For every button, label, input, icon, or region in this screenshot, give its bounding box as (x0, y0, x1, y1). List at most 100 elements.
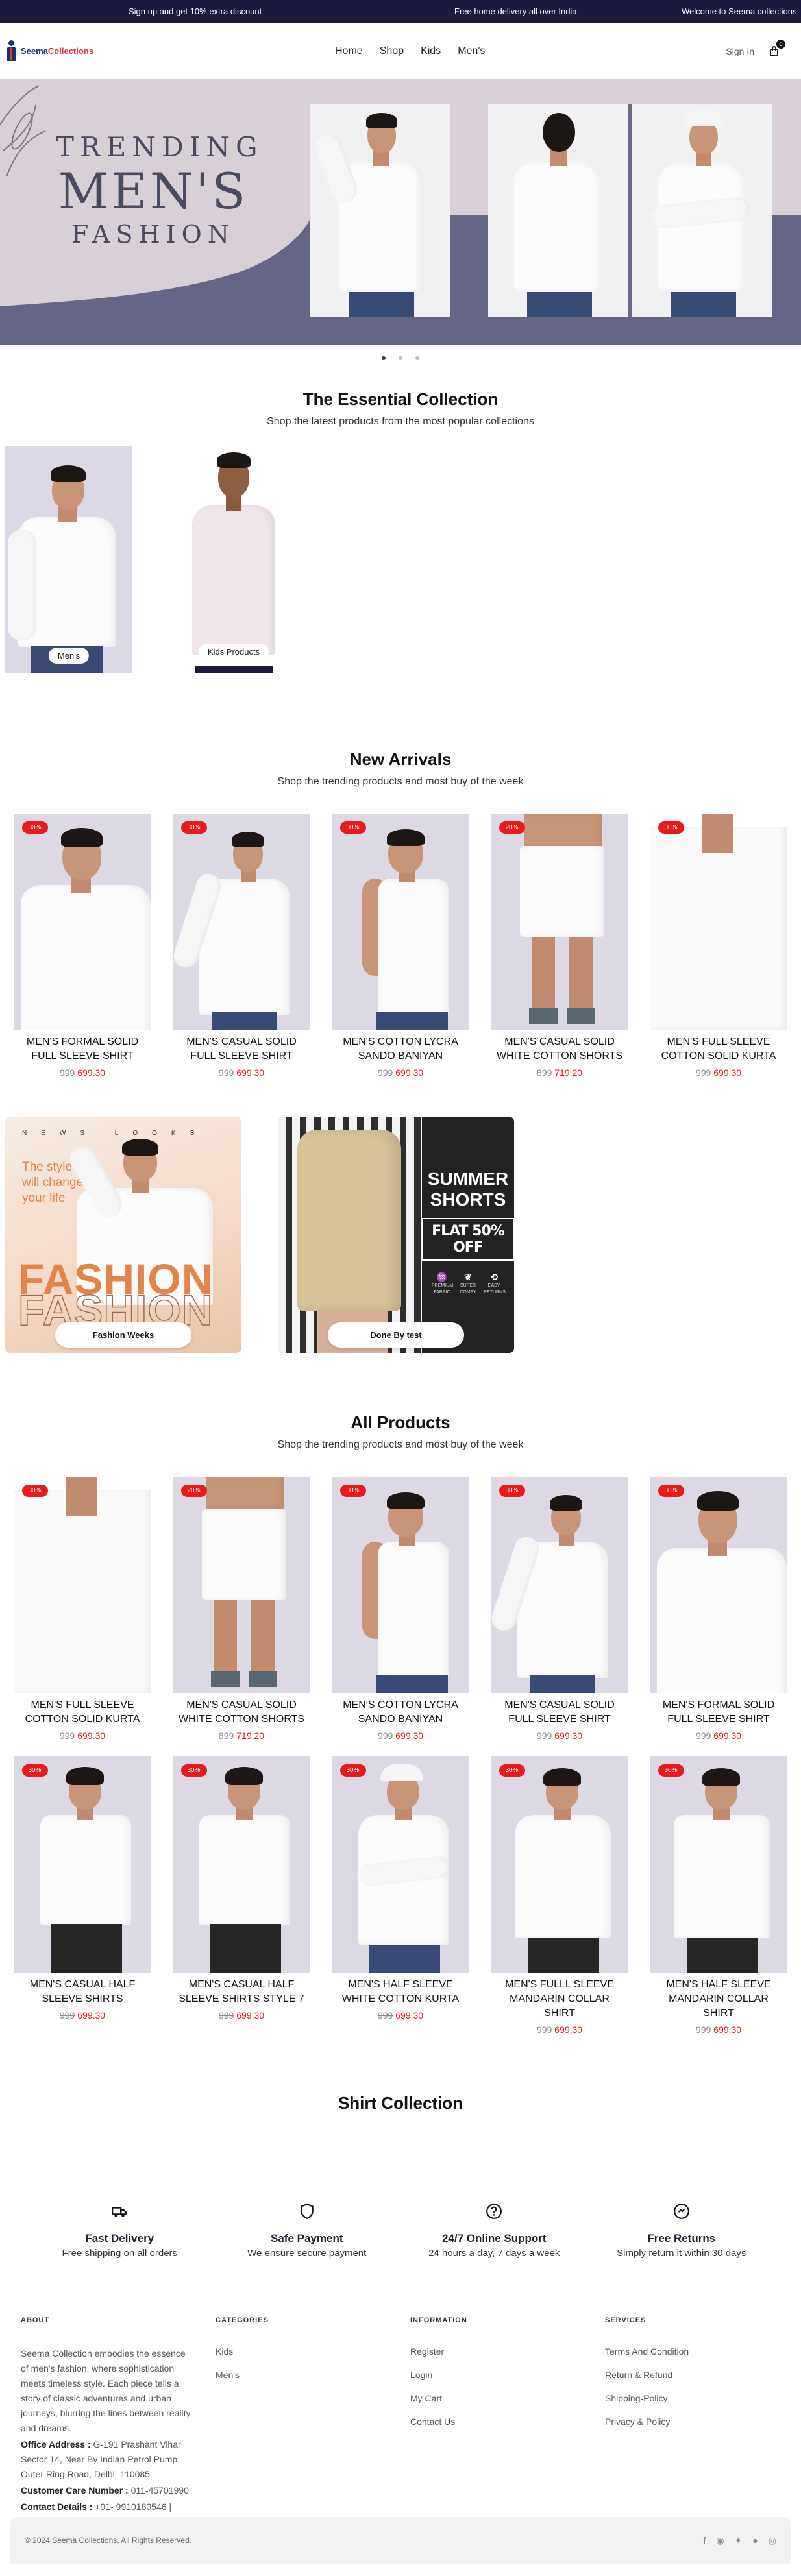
discount-badge: 30% (658, 821, 684, 834)
product-name[interactable]: MEN'S HALF SLEEVE WHITE COTTON KURTA (332, 1978, 469, 2006)
product-name[interactable]: MEN'S CASUAL HALF SLEEVE SHIRTS (14, 1978, 151, 2006)
product-card[interactable]: 30% MEN'S FULLL SLEEVE MANDARIN COLLAR S… (491, 1756, 628, 2035)
product-price: 999 699.30 (695, 1731, 742, 1741)
product-name[interactable]: MEN'S HALF SLEEVE MANDARIN COLLAR SHIRT (650, 1978, 787, 2021)
product-price: 999 699.30 (59, 2010, 106, 2021)
offer-badge: FLAT 50% OFF (422, 1218, 514, 1261)
carousel-dot[interactable] (399, 356, 402, 360)
discount-badge: 30% (180, 821, 207, 834)
features-strip: Fast Delivery Free shipping on all order… (0, 2203, 801, 2259)
hero-line-mens: MEN'S (58, 162, 249, 220)
product-name[interactable]: MEN'S COTTON LYCRA SANDO BANIYAN (332, 1035, 469, 1063)
product-name[interactable]: MEN'S FULLL SLEEVE MANDARIN COLLAR SHIRT (491, 1978, 628, 2021)
product-price: 999 699.30 (695, 2024, 742, 2035)
product-name[interactable]: MEN'S CASUAL SOLID WHITE COTTON SHORTS (173, 1698, 310, 1727)
hero-line-trending: TRENDING (56, 131, 264, 163)
footer-link-my-cart[interactable]: My Cart (410, 2393, 467, 2403)
footer-link-shipping-policy[interactable]: Shipping-Policy (605, 2393, 689, 2403)
site-logo[interactable]: SeemaCollections (5, 40, 93, 62)
product-card[interactable]: 30% MEN'S FULL SLEEVE COTTON SOLID KURTA… (650, 814, 787, 1078)
hero-banner[interactable]: TRENDING MEN'S FASHION (0, 79, 801, 345)
product-name[interactable]: MEN'S CASUAL SOLID WHITE COTTON SHORTS (491, 1035, 628, 1063)
nav-mens[interactable]: Men's (458, 45, 485, 57)
collection-card-kids[interactable]: Kids Products (170, 446, 297, 673)
cart-icon[interactable]: 0 (769, 39, 785, 57)
product-card[interactable]: 30% MEN'S HALF SLEEVE MANDARIN COLLAR SH… (650, 1756, 787, 2035)
footer-link-return-refund[interactable]: Return & Refund (605, 2370, 689, 2380)
nav-home[interactable]: Home (335, 45, 363, 57)
product-price: 999 699.30 (218, 2010, 265, 2021)
all-products-section: All Products Shop the trending products … (0, 1413, 801, 2035)
sign-in-link[interactable]: Sign In (726, 46, 754, 56)
done-by-test-button[interactable]: Done By test (328, 1322, 464, 1348)
nav-kids[interactable]: Kids (421, 45, 441, 57)
footer-information: INFORMATION Register Login My Cart Conta… (410, 2316, 467, 2440)
footer-link-mens[interactable]: Men's (216, 2370, 269, 2380)
facebook-icon[interactable]: f (703, 2535, 706, 2546)
twitter-icon[interactable]: ✦ (735, 2535, 743, 2546)
office-address: Office Address : G-191 Prashant Vihar Se… (21, 2439, 181, 2479)
footer-link-terms[interactable]: Terms And Condition (605, 2346, 689, 2357)
product-image: 30% (14, 1756, 151, 1973)
main-nav: Home Shop Kids Men's (335, 23, 485, 79)
product-name[interactable]: MEN'S CASUAL HALF SLEEVE SHIRTS STYLE 7 (173, 1978, 310, 2006)
footer-link-register[interactable]: Register (410, 2346, 467, 2357)
feature-title: Safe Payment (271, 2232, 343, 2244)
footer-heading: CATEGORIES (216, 2316, 269, 2324)
product-name[interactable]: MEN'S CASUAL SOLID FULL SLEEVE SHIRT (173, 1035, 310, 1063)
nav-shop[interactable]: Shop (380, 45, 404, 57)
product-name[interactable]: MEN'S FULL SLEEVE COTTON SOLID KURTA (14, 1698, 151, 1727)
banner-eyebrow: NEWS LOOKS (22, 1130, 209, 1137)
discount-badge: 30% (658, 1764, 684, 1777)
product-name[interactable]: MEN'S FULL SLEEVE COTTON SOLID KURTA (650, 1035, 787, 1063)
hero-model-photo (488, 104, 628, 317)
product-card[interactable]: 30% MEN'S CASUAL SOLID FULL SLEEVE SHIRT… (173, 814, 310, 1078)
discount-badge: 30% (21, 1764, 48, 1777)
dribbble-icon[interactable]: ◎ (769, 2535, 776, 2546)
product-name[interactable]: MEN'S FORMAL SOLID FULL SLEEVE SHIRT (14, 1035, 151, 1063)
footer-link-kids[interactable]: Kids (216, 2346, 269, 2357)
product-card[interactable]: 30% MEN'S CASUAL HALF SLEEVE SHIRTS STYL… (173, 1756, 310, 2035)
product-name[interactable]: MEN'S CASUAL SOLID FULL SLEEVE SHIRT (491, 1698, 628, 1727)
collection-label: Men's (48, 648, 90, 664)
github-icon[interactable]: ● (752, 2535, 758, 2546)
discount-badge: 20% (180, 1485, 207, 1497)
discord-icon[interactable]: ◉ (716, 2535, 724, 2546)
collection-card-mens[interactable]: Men's (5, 446, 132, 673)
hero-model-photo (632, 104, 772, 317)
all-products-grid-row-2: 30% MEN'S CASUAL HALF SLEEVE SHIRTS 999 6… (0, 1756, 801, 2035)
logo-text-seema: Seema (21, 46, 48, 56)
product-card[interactable]: 30% MEN'S COTTON LYCRA SANDO BANIYAN 999… (332, 1477, 469, 1741)
footer-link-login[interactable]: Login (410, 2370, 467, 2380)
footer-link-contact-us[interactable]: Contact Us (410, 2416, 467, 2427)
product-image: 30% (332, 1477, 469, 1693)
discount-badge: 30% (339, 1764, 366, 1777)
carousel-dot[interactable] (382, 356, 386, 360)
product-image: 30% (173, 814, 310, 1030)
product-card[interactable]: 30% MEN'S CASUAL SOLID FULL SLEEVE SHIRT… (491, 1477, 628, 1741)
product-card[interactable]: 30% MEN'S FULL SLEEVE COTTON SOLID KURTA… (14, 1477, 151, 1741)
product-image: 30% (491, 1477, 628, 1693)
footer-heading: ABOUT (21, 2316, 50, 2324)
product-card[interactable]: 20% MEN'S CASUAL SOLID WHITE COTTON SHOR… (173, 1477, 310, 1741)
product-card[interactable]: 30% MEN'S FORMAL SOLID FULL SLEEVE SHIRT… (14, 814, 151, 1078)
product-name[interactable]: MEN'S FORMAL SOLID FULL SLEEVE SHIRT (650, 1698, 787, 1727)
shield-icon (301, 2204, 314, 2220)
fashion-weeks-button[interactable]: Fashion Weeks (55, 1322, 191, 1348)
discount-badge: 30% (499, 1764, 525, 1777)
footer-link-privacy-policy[interactable]: Privacy & Policy (605, 2416, 689, 2427)
product-card[interactable]: 30% MEN'S CASUAL HALF SLEEVE SHIRTS 999 6… (14, 1756, 151, 2035)
copyright-text: © 2024 Seema Collections. All Rights Res… (25, 2536, 191, 2545)
product-name[interactable]: MEN'S COTTON LYCRA SANDO BANIYAN (332, 1698, 469, 1727)
discount-badge: 30% (21, 821, 48, 834)
product-card[interactable]: 30% MEN'S COTTON LYCRA SANDO BANIYAN 999… (332, 814, 469, 1078)
product-price: 999 699.30 (536, 2024, 583, 2035)
discount-badge: 30% (499, 1485, 525, 1497)
product-card[interactable]: 30% MEN'S FORMAL SOLID FULL SLEEVE SHIRT… (650, 1477, 787, 1741)
summer-shorts-banner[interactable]: SUMMER SHORTS FLAT 50% OFF ♒ PREMIUM FABRI… (278, 1117, 514, 1353)
carousel-dot[interactable] (415, 356, 419, 360)
product-card[interactable]: 20% MEN'S CASUAL SOLID WHITE COTTON SHOR… (491, 814, 628, 1078)
fashion-weeks-banner[interactable]: NEWS LOOKS The style that will change yo… (5, 1117, 241, 1353)
product-card[interactable]: 30% MEN'S HALF SLEEVE WHITE COTTON KURTA… (332, 1756, 469, 2035)
section-subtitle: Shop the trending products and most buy … (277, 776, 524, 787)
